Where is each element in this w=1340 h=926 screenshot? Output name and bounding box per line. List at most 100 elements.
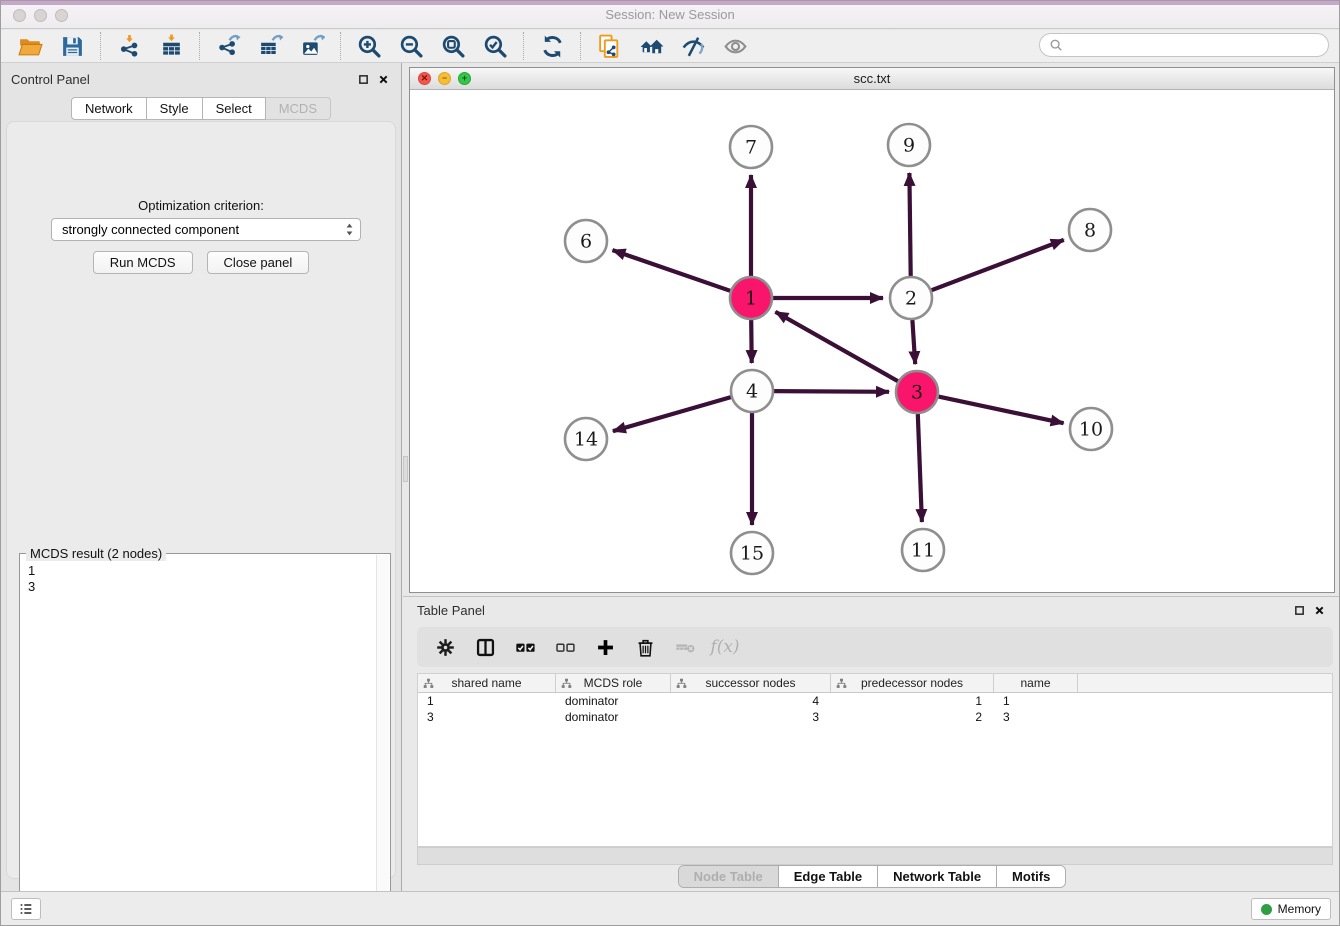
graph-node-11[interactable]: 11 bbox=[902, 529, 944, 571]
graph-node-4[interactable]: 4 bbox=[731, 370, 773, 412]
tab-edge-table[interactable]: Edge Table bbox=[779, 866, 878, 887]
export-image-button[interactable] bbox=[291, 31, 333, 62]
table-horizontal-scrollbar[interactable] bbox=[417, 847, 1333, 865]
graph-edge-2-8[interactable] bbox=[932, 240, 1064, 290]
graph-node-2[interactable]: 2 bbox=[890, 277, 932, 319]
show-panel-button[interactable] bbox=[714, 31, 756, 62]
select-stepper-icon bbox=[345, 222, 354, 237]
toolbar-separator bbox=[523, 32, 524, 60]
graph-edge-3-11[interactable] bbox=[918, 414, 922, 522]
result-line: 3 bbox=[28, 579, 35, 595]
network-graph[interactable]: 7 9 6 8 1 2 4 3 14 10 15 11 bbox=[410, 90, 1334, 592]
show-columns-button[interactable] bbox=[467, 631, 503, 663]
graph-node-3[interactable]: 3 bbox=[896, 371, 938, 413]
column-header-predecessor-nodes[interactable]: predecessor nodes bbox=[831, 674, 994, 692]
zoom-selected-button[interactable] bbox=[474, 31, 516, 62]
hide-panel-button[interactable] bbox=[672, 31, 714, 62]
close-panel-button[interactable]: Close panel bbox=[207, 251, 310, 274]
graph-node-15[interactable]: 15 bbox=[731, 532, 773, 574]
os-titlebar: Session: New Session bbox=[1, 1, 1339, 29]
column-label: name bbox=[1020, 676, 1050, 690]
graph-edge-1-6[interactable] bbox=[613, 250, 731, 291]
import-table-button[interactable] bbox=[150, 31, 192, 62]
graph-edge-4-3[interactable] bbox=[774, 391, 889, 392]
add-column-button[interactable] bbox=[587, 631, 623, 663]
tree-icon bbox=[676, 678, 687, 689]
search-input[interactable] bbox=[1068, 38, 1319, 52]
graph-node-8[interactable]: 8 bbox=[1069, 209, 1111, 251]
optimization-criterion-label: Optimization criterion: bbox=[7, 198, 395, 213]
network-window-titlebar[interactable]: ✕ − + scc.txt bbox=[410, 68, 1334, 90]
tab-network-table[interactable]: Network Table bbox=[878, 866, 997, 887]
task-history-button[interactable] bbox=[11, 898, 41, 920]
table-cell: 3 bbox=[994, 709, 1078, 725]
export-image-icon bbox=[300, 34, 325, 59]
import-network-button[interactable] bbox=[108, 31, 150, 62]
node-table[interactable]: shared nameMCDS rolesuccessor nodesprede… bbox=[417, 673, 1333, 847]
delete-row-button[interactable] bbox=[627, 631, 663, 663]
table-cell: 1 bbox=[831, 693, 994, 709]
graph-node-label-6: 6 bbox=[580, 231, 592, 253]
tab-node-table[interactable]: Node Table bbox=[679, 866, 779, 887]
network-canvas[interactable]: 7 9 6 8 1 2 4 3 14 10 15 11 bbox=[410, 90, 1334, 592]
graph-edge-1-4[interactable] bbox=[751, 320, 752, 363]
graph-node-6[interactable]: 6 bbox=[565, 220, 607, 262]
graph-edge-3-10[interactable] bbox=[939, 397, 1064, 424]
control-panel: Control Panel NetworkStyleSelectMCDS Opt… bbox=[1, 63, 402, 893]
float-panel-icon[interactable] bbox=[355, 71, 371, 87]
trash-icon bbox=[635, 637, 656, 658]
open-session-button[interactable] bbox=[9, 31, 51, 62]
zoom-fit-button[interactable] bbox=[432, 31, 474, 62]
table-row[interactable]: 1dominator411 bbox=[418, 693, 1332, 709]
run-mcds-button[interactable]: Run MCDS bbox=[93, 251, 193, 274]
home-button[interactable] bbox=[630, 31, 672, 62]
graph-edge-4-14[interactable] bbox=[613, 397, 731, 431]
optimization-criterion-select[interactable]: strongly connected component bbox=[51, 218, 361, 241]
network-view-window: ✕ − + scc.txt 7 9 6 8 1 2 4 3 14 10 15 11 bbox=[409, 67, 1335, 593]
result-line: 1 bbox=[28, 563, 35, 579]
tab-style[interactable]: Style bbox=[147, 97, 203, 120]
mcds-result-box: MCDS result (2 nodes) 13 bbox=[19, 553, 391, 926]
control-panel-title: Control Panel bbox=[11, 72, 351, 87]
graph-node-9[interactable]: 9 bbox=[888, 124, 930, 166]
duplicate-network-button[interactable] bbox=[588, 31, 630, 62]
save-session-button[interactable] bbox=[51, 31, 93, 62]
select-all-button[interactable] bbox=[507, 631, 543, 663]
memory-button[interactable]: Memory bbox=[1251, 898, 1331, 920]
list-icon bbox=[18, 901, 34, 917]
tab-mcds[interactable]: MCDS bbox=[266, 97, 331, 120]
zoom-out-button[interactable] bbox=[390, 31, 432, 62]
column-header-name[interactable]: name bbox=[994, 674, 1078, 692]
graph-node-10[interactable]: 10 bbox=[1070, 408, 1112, 450]
graph-node-14[interactable]: 14 bbox=[565, 418, 607, 460]
splitter-handle[interactable] bbox=[403, 456, 408, 482]
table-cell: dominator bbox=[556, 693, 671, 709]
column-header-MCDS-role[interactable]: MCDS role bbox=[556, 674, 671, 692]
search-box[interactable] bbox=[1039, 33, 1329, 57]
table-row[interactable]: 3dominator323 bbox=[418, 709, 1332, 725]
close-panel-icon[interactable] bbox=[375, 71, 391, 87]
columns-icon bbox=[475, 637, 496, 658]
refresh-button[interactable] bbox=[531, 31, 573, 62]
deselect-all-button[interactable] bbox=[547, 631, 583, 663]
close-table-panel-icon[interactable] bbox=[1311, 602, 1327, 618]
graph-edge-2-3[interactable] bbox=[912, 320, 915, 364]
export-network-button[interactable] bbox=[207, 31, 249, 62]
graph-edge-2-9[interactable] bbox=[909, 173, 910, 276]
graph-node-1[interactable]: 1 bbox=[730, 277, 772, 319]
tab-network[interactable]: Network bbox=[71, 97, 147, 120]
table-settings-button[interactable] bbox=[427, 631, 463, 663]
table-panel-title: Table Panel bbox=[417, 603, 1287, 618]
graph-edge-3-1[interactable] bbox=[775, 312, 898, 381]
column-header-shared-name[interactable]: shared name bbox=[418, 674, 556, 692]
tab-motifs[interactable]: Motifs bbox=[997, 866, 1065, 887]
table-delete-icon bbox=[675, 637, 696, 658]
export-table-button[interactable] bbox=[249, 31, 291, 62]
column-header-successor-nodes[interactable]: successor nodes bbox=[671, 674, 831, 692]
result-scrollbar[interactable] bbox=[376, 555, 389, 926]
tab-select[interactable]: Select bbox=[203, 97, 266, 120]
zoom-in-button[interactable] bbox=[348, 31, 390, 62]
graph-node-7[interactable]: 7 bbox=[730, 126, 772, 168]
float-table-panel-icon[interactable] bbox=[1291, 602, 1307, 618]
zoom-fit-icon bbox=[441, 34, 466, 59]
